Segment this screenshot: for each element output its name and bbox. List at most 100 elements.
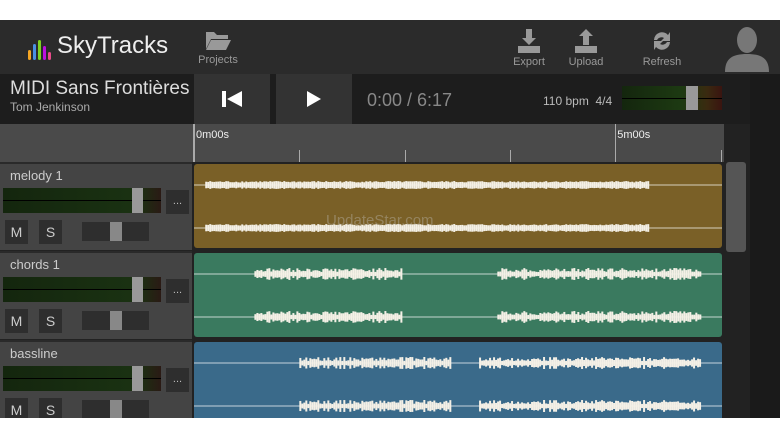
waveform-bar [647, 402, 650, 410]
waveform-bar [525, 312, 528, 322]
waveform-bar [309, 224, 312, 232]
waveform-bar [529, 270, 532, 278]
track-volume-slider[interactable] [3, 366, 161, 391]
waveform-bar [627, 224, 630, 232]
waveform-bar [599, 401, 602, 411]
waveform-bar [615, 270, 618, 278]
waveform-bar [497, 271, 500, 277]
waveform-bar [287, 181, 290, 189]
waveform-bar [269, 181, 272, 189]
waveform-bar [587, 224, 590, 232]
waveform-bar [543, 181, 546, 189]
waveform-bar [567, 401, 570, 411]
track-lane[interactable] [194, 253, 722, 337]
waveform-bar [523, 311, 526, 323]
waveform-bar [449, 182, 452, 188]
waveform-bar [255, 224, 258, 232]
waveform-bar [417, 181, 420, 189]
refresh-button[interactable]: Refresh [637, 28, 687, 68]
track-lane[interactable] [194, 164, 722, 248]
projects-button[interactable]: Projects [193, 28, 243, 66]
logo-bar [38, 40, 41, 60]
pan-knob[interactable] [109, 400, 122, 418]
play-button[interactable] [276, 74, 352, 124]
waveform-bar [239, 182, 242, 188]
waveform-bar [525, 182, 528, 188]
waveform-bar [314, 270, 317, 278]
waveform-bar [637, 400, 640, 412]
master-volume-slider[interactable] [622, 86, 722, 110]
export-button[interactable]: Export [504, 28, 554, 68]
waveform [194, 181, 722, 232]
ruler-tick [720, 150, 722, 162]
waveform-bar [693, 271, 696, 277]
waveform-bar [280, 268, 283, 280]
track-volume-knob[interactable] [132, 366, 144, 391]
waveform-bar [445, 357, 448, 369]
waveform-bar [569, 181, 572, 189]
timeline-ruler[interactable]: 0m00s 5m00s [0, 124, 724, 162]
track-more-button[interactable]: ... [166, 368, 189, 392]
waveform-bar [437, 360, 440, 366]
track-name[interactable]: chords 1 [10, 257, 60, 272]
solo-button[interactable]: S [39, 309, 62, 333]
track-more-button[interactable]: ... [166, 279, 189, 303]
track-volume-slider[interactable] [3, 188, 161, 213]
pan-slider[interactable] [82, 222, 149, 241]
waveform-bar [559, 360, 562, 366]
waveform-bar [219, 181, 222, 189]
waveform-bar [615, 400, 618, 412]
pan-slider[interactable] [82, 311, 149, 330]
waveform-bar [451, 181, 454, 189]
waveform-bar [513, 224, 516, 232]
pan-knob[interactable] [109, 311, 122, 330]
mute-button[interactable]: M [5, 220, 28, 244]
waveform-bar [307, 224, 310, 232]
track-volume-knob[interactable] [132, 188, 144, 213]
waveform-bar [557, 402, 560, 410]
waveform-bar [517, 270, 520, 278]
mute-button[interactable]: M [5, 309, 28, 333]
waveform-bar [485, 359, 488, 367]
waveform-bar [343, 181, 346, 189]
waveform-bar [617, 181, 620, 189]
waveform-bar [254, 271, 257, 277]
solo-button[interactable]: S [39, 220, 62, 244]
waveform-bar [651, 269, 654, 279]
rewind-button[interactable] [194, 74, 270, 124]
track-volume-knob[interactable] [132, 277, 144, 302]
solo-button[interactable]: S [39, 398, 62, 418]
waveform-bar [310, 271, 313, 277]
waveform-bar [491, 360, 494, 366]
waveform-bar [475, 224, 478, 232]
track-lane[interactable] [194, 342, 722, 418]
waveform-bar [388, 270, 391, 278]
vertical-scrollbar[interactable] [726, 162, 746, 252]
waveform-bar [697, 358, 700, 368]
mute-button[interactable]: M [5, 398, 28, 418]
logo[interactable]: SkyTracks [28, 32, 168, 60]
pan-knob[interactable] [109, 222, 122, 241]
master-volume-knob[interactable] [686, 86, 698, 110]
waveform-bar [241, 181, 244, 189]
waveform-bar [669, 268, 672, 280]
waveform-bar [623, 402, 626, 410]
upload-button[interactable]: Upload [561, 28, 611, 68]
track-volume-slider[interactable] [3, 277, 161, 302]
waveform-bar [400, 311, 403, 323]
track-name[interactable]: bassline [10, 346, 58, 361]
waveform-bar [599, 313, 602, 321]
waveform-bar [329, 403, 332, 409]
waveform-bar [327, 357, 330, 369]
waveform-bar [603, 401, 606, 411]
waveform-bar [365, 401, 368, 411]
user-avatar-icon[interactable] [722, 24, 772, 72]
track-name[interactable]: melody 1 [10, 168, 63, 183]
waveform-bar [625, 181, 628, 189]
waveform-bar [617, 357, 620, 369]
track-more-button[interactable]: ... [166, 190, 189, 214]
waveform-bar [635, 314, 638, 320]
waveform-bar [529, 224, 532, 232]
pan-slider[interactable] [82, 400, 149, 418]
waveform-bar [507, 402, 510, 410]
